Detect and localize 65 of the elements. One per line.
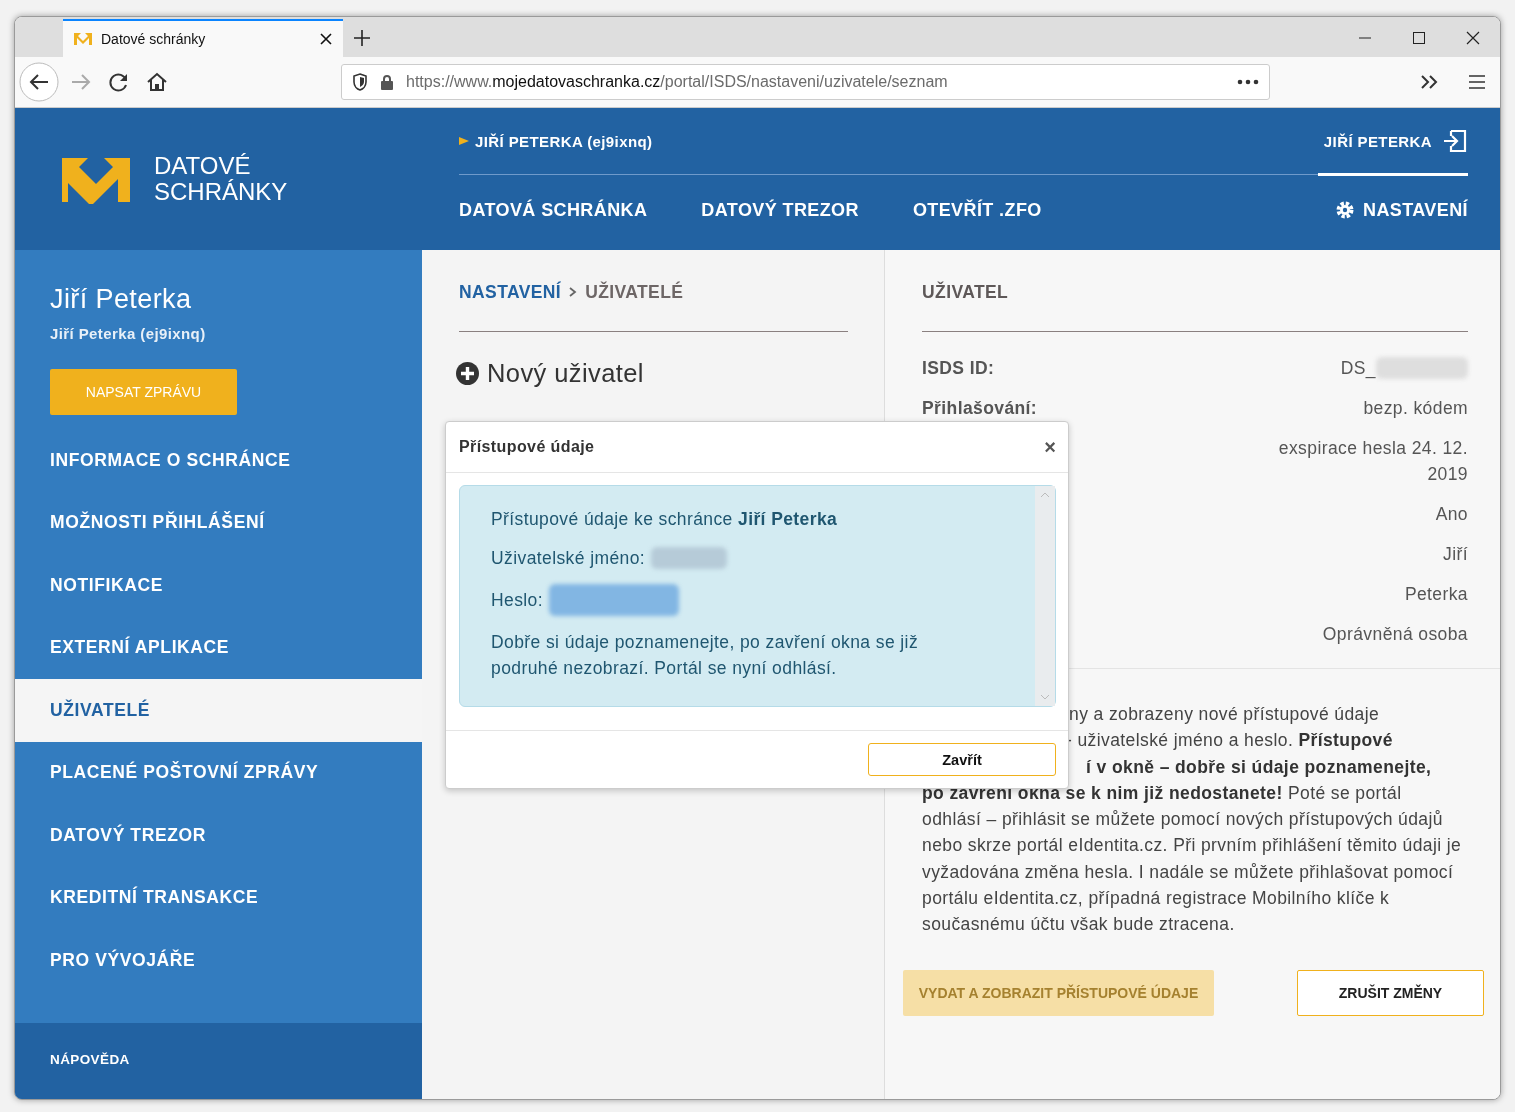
credentials-intro: Přístupové údaje ke schránce Jiří Peterka bbox=[491, 508, 839, 531]
user-name: Jiří Peterka bbox=[50, 284, 193, 315]
user-name[interactable]: JIŘÍ PETERKA bbox=[1323, 132, 1432, 150]
nav-tab[interactable]: OTEVŘÍT .ZFO bbox=[912, 173, 1042, 250]
chevron-icon bbox=[569, 287, 578, 297]
breadcrumb-item[interactable]: NASTAVENÍ bbox=[459, 281, 562, 303]
nav-tab[interactable]: DATOVÁ SCHRÁNKA bbox=[459, 173, 648, 250]
close-icon[interactable] bbox=[1466, 31, 1480, 45]
nav-tab[interactable]: DATOVÝ TREZOR bbox=[701, 173, 859, 250]
sidebar-item[interactable]: PLACENÉ POŠTOVNÍ ZPRÁVY bbox=[15, 741, 422, 804]
overflow-icon[interactable] bbox=[1420, 74, 1440, 90]
address-bar[interactable]: https://www.mojedatovaschranka.cz/portal/ISDS/nastaveni/uzivatele/seznam bbox=[341, 64, 1270, 100]
close-icon[interactable] bbox=[319, 32, 333, 46]
scrollbar[interactable] bbox=[1035, 486, 1055, 706]
sidebar-item[interactable]: INFORMACE O SCHRÁNCE bbox=[15, 429, 422, 492]
chevron-down-icon bbox=[1040, 694, 1050, 700]
note-fragment: - uživatelské jméno a heslo. Přístupové bbox=[1066, 730, 1393, 751]
field-label: Přihlašování: bbox=[922, 397, 1038, 420]
shield-icon bbox=[352, 73, 368, 91]
field-value: Oprávněná osoba bbox=[1322, 623, 1468, 646]
field-value: Peterka bbox=[1404, 583, 1468, 606]
menu-icon[interactable] bbox=[1468, 74, 1486, 90]
field-value: Ano bbox=[1435, 503, 1468, 526]
url-text: https://www.mojedatovaschranka.cz/portal/ISDS/nastaveni/uzivatele/seznam bbox=[406, 73, 949, 91]
account-link[interactable]: JIŘÍ PETERKA (ej9ixnq) bbox=[475, 132, 653, 150]
more-icon[interactable] bbox=[1237, 79, 1259, 85]
sidebar-item[interactable]: PRO VÝVOJÁŘE bbox=[15, 929, 422, 992]
browser-tab[interactable]: Datové schránky bbox=[63, 19, 343, 57]
add-icon bbox=[456, 362, 479, 385]
logout-icon[interactable] bbox=[1442, 129, 1468, 153]
field-value: bezp. kódem bbox=[1363, 397, 1468, 420]
sidebar-item[interactable]: NOTIFIKACE bbox=[15, 554, 422, 617]
help-heading: NÁPOVĚDA bbox=[50, 1052, 130, 1067]
account-id: Jiří Peterka (ej9ixnq) bbox=[50, 325, 207, 342]
gear-icon bbox=[1335, 200, 1356, 220]
field-label: ISDS ID: bbox=[922, 357, 995, 380]
sidebar-item[interactable]: KREDITNÍ TRANSAKCE bbox=[15, 866, 422, 929]
new-user-link[interactable]: Nový uživatel bbox=[456, 359, 848, 388]
chevron-up-icon bbox=[1040, 492, 1050, 498]
maximize-icon[interactable] bbox=[1412, 31, 1426, 45]
cancel-button[interactable]: ZRUŠIT ZMĚNY bbox=[1297, 969, 1484, 1016]
panel-title: UŽIVATEL bbox=[922, 281, 1009, 303]
dialog-title: Přístupové údaje bbox=[459, 438, 595, 456]
plus-icon[interactable] bbox=[353, 29, 371, 47]
close-button[interactable]: × bbox=[1044, 437, 1056, 457]
field-value: exspirace hesla 24. 12. 2019 bbox=[1277, 437, 1468, 486]
close-dialog-button[interactable]: Zavřít bbox=[868, 743, 1056, 776]
lock-icon bbox=[380, 74, 394, 90]
dialog-note: Dobře si údaje poznamenejte, po zavření okna se již podruhé nezobrazí. Portál se nyní odhlásí. bbox=[491, 631, 920, 680]
note-text: po zavření okna se k nim již nedostanete! Poté se portál odhlásí – přihlásit se můžete pomocí nových přístupových údajů nebo skrze portál eIdentita.cz. Při prvním přihlášení těmito údaji je vyžadována změna hesla. I nadále se můžete přihlašovat pomocí portálu eIdentita.cz, případná registrace Mobilního klíče k současnému účtu však bude ztracena. bbox=[922, 781, 1462, 937]
note-fragment: í v okně – dobře si údaje poznamenejte, bbox=[1086, 756, 1432, 777]
field-value: Jiří bbox=[1443, 543, 1468, 566]
tab-title: Datové schránky bbox=[101, 31, 207, 47]
breadcrumb-item: UŽIVATELÉ bbox=[585, 281, 684, 303]
note-fragment: ny a zobrazeny nové přístupové údaje bbox=[1069, 704, 1380, 724]
back-icon[interactable] bbox=[19, 62, 59, 102]
sidebar-item[interactable]: MOŽNOSTI PŘIHLÁŠENÍ bbox=[15, 491, 422, 554]
logo-text: DATOVÉ SCHRÁNKY bbox=[154, 153, 288, 205]
triangle-icon bbox=[459, 136, 469, 146]
username-label: Uživatelské jméno: bbox=[491, 547, 646, 570]
sidebar-item[interactable]: DATOVÝ TREZOR bbox=[15, 804, 422, 867]
sidebar-item[interactable]: UŽIVATELÉ bbox=[15, 679, 422, 742]
password-label: Heslo: bbox=[491, 589, 543, 612]
sidebar-item[interactable]: EXTERNÍ APLIKACE bbox=[15, 616, 422, 679]
field-value: DS_ bbox=[1340, 357, 1376, 381]
